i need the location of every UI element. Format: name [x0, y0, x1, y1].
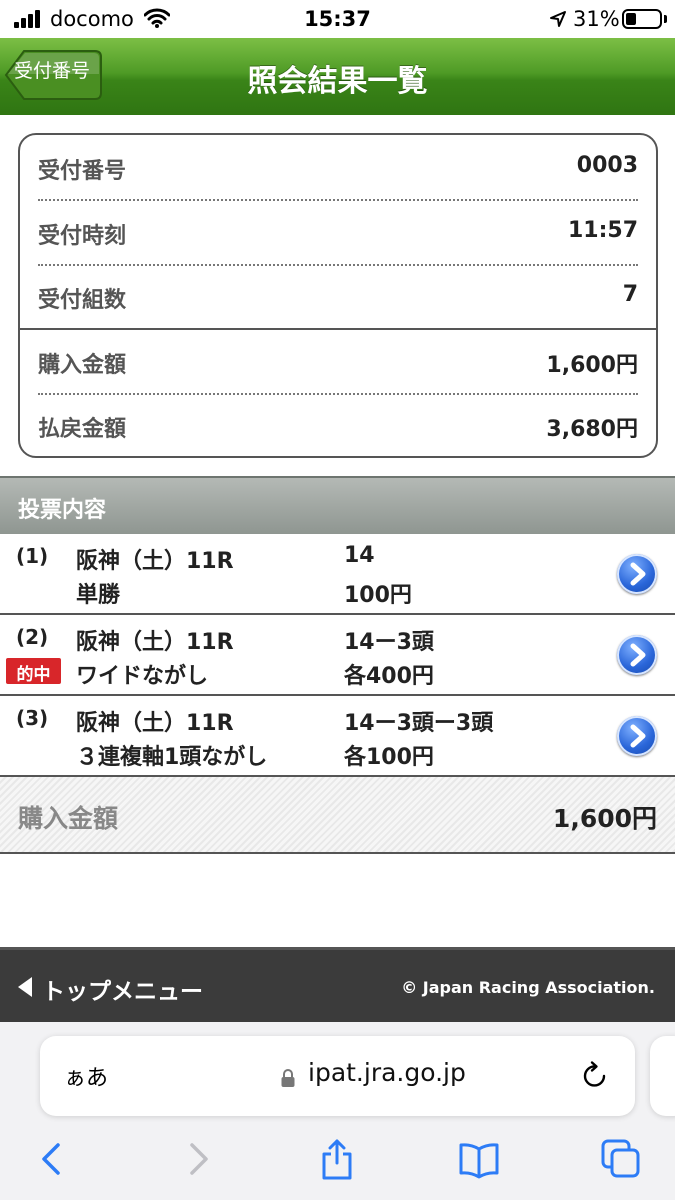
share-icon[interactable] [315, 1137, 359, 1181]
section-title: 投票内容 [18, 498, 107, 523]
receipt-value: 11:57 [567, 218, 638, 243]
chevron-right-icon[interactable] [617, 554, 657, 594]
ticket-amount: 各400円 [344, 664, 434, 689]
address-bar[interactable]: ぁあ ipat.jra.go.jp [40, 1036, 635, 1116]
section-header: 投票内容 [0, 476, 675, 534]
receipt-value: 7 [622, 282, 638, 307]
reload-icon[interactable] [580, 1060, 610, 1090]
receipt-label: 購入金額 [38, 353, 127, 378]
battery-level-fill [626, 13, 636, 25]
ticket-bet-type: 単勝 [76, 583, 121, 608]
receipt-row-purchase: 購入金額 1,600円 [38, 329, 638, 393]
text-size-button[interactable]: ぁあ [64, 1060, 108, 1092]
battery-percent: 31% [573, 7, 620, 31]
back-arrow-icon[interactable] [30, 1137, 74, 1181]
ticket-combination: 14ー3頭 [344, 630, 434, 655]
app-header: 受付番号 照会結果一覧 [0, 38, 675, 115]
receipt-info-card: 受付番号 0003 受付時刻 11:57 受付組数 7 購入金額 1,600円 … [18, 133, 658, 458]
total-purchase: 購入金額 1,600円 [0, 777, 675, 854]
ticket-row[interactable]: (3) 阪神（土）11R ３連複軸1頭ながし 14ー3頭ー3頭 各100円 [0, 696, 675, 777]
url-text: ipat.jra.go.jp [308, 1058, 466, 1087]
ticket-bet-type: ワイドながし [76, 664, 209, 689]
ticket-combination: 14ー3頭ー3頭 [344, 711, 494, 736]
location-arrow-icon [550, 11, 566, 27]
chevron-right-icon[interactable] [617, 635, 657, 675]
receipt-label: 受付組数 [38, 288, 127, 313]
total-value: 1,600円 [552, 804, 657, 833]
ticket-amount: 各100円 [344, 745, 434, 770]
ticket-combination: 14 [344, 543, 375, 568]
footer-bar: トップメニュー © Japan Racing Association. [0, 947, 675, 1022]
chevron-right-icon[interactable] [617, 716, 657, 756]
ticket-number: (1) [16, 544, 49, 568]
receipt-label: 受付番号 [38, 159, 127, 184]
battery-icon [622, 9, 662, 29]
receipt-row-count: 受付組数 7 [38, 264, 638, 328]
ticket-amount: 100円 [344, 583, 412, 608]
ticket-number: (3) [16, 706, 49, 730]
lock-icon [281, 1069, 295, 1087]
battery-tip [664, 15, 667, 23]
tabs-icon[interactable] [599, 1137, 643, 1181]
adjacent-tab-preview[interactable] [650, 1036, 675, 1116]
page-title: 照会結果一覧 [247, 64, 428, 99]
ticket-bet-type: ３連複軸1頭ながし [76, 745, 268, 770]
status-bar: docomo 15:37 31% [0, 0, 675, 38]
ticket-number: (2) [16, 625, 49, 649]
triangle-left-icon [18, 977, 32, 997]
receipt-value: 3,680円 [546, 417, 638, 442]
receipt-row-time: 受付時刻 11:57 [38, 200, 638, 264]
top-menu-label: トップメニュー [42, 979, 203, 1005]
ticket-row[interactable]: (2) 的中 阪神（土）11R ワイドながし 14ー3頭 各400円 [0, 615, 675, 696]
forward-arrow-icon[interactable] [176, 1137, 220, 1181]
total-label: 購入金額 [18, 804, 119, 833]
receipt-row-payout: 払戻金額 3,680円 [38, 393, 638, 457]
receipt-value: 1,600円 [546, 353, 638, 378]
bookmarks-icon[interactable] [457, 1137, 501, 1181]
receipt-label: 受付時刻 [38, 224, 127, 249]
receipt-label: 払戻金額 [38, 417, 127, 442]
ticket-row[interactable]: (1) 阪神（土）11R 単勝 14 100円 [0, 534, 675, 615]
ticket-race: 阪神（土）11R [76, 549, 234, 574]
ticket-race: 阪神（土）11R [76, 630, 234, 655]
receipt-row-number: 受付番号 0003 [38, 135, 638, 199]
hit-badge-label: 的中 [16, 665, 51, 685]
hit-badge: 的中 [6, 658, 61, 685]
copyright: © Japan Racing Association. [401, 978, 655, 997]
receipt-value: 0003 [576, 153, 638, 178]
ticket-race: 阪神（土）11R [76, 711, 234, 736]
browser-toolbar: ぁあ ipat.jra.go.jp [0, 1022, 675, 1200]
